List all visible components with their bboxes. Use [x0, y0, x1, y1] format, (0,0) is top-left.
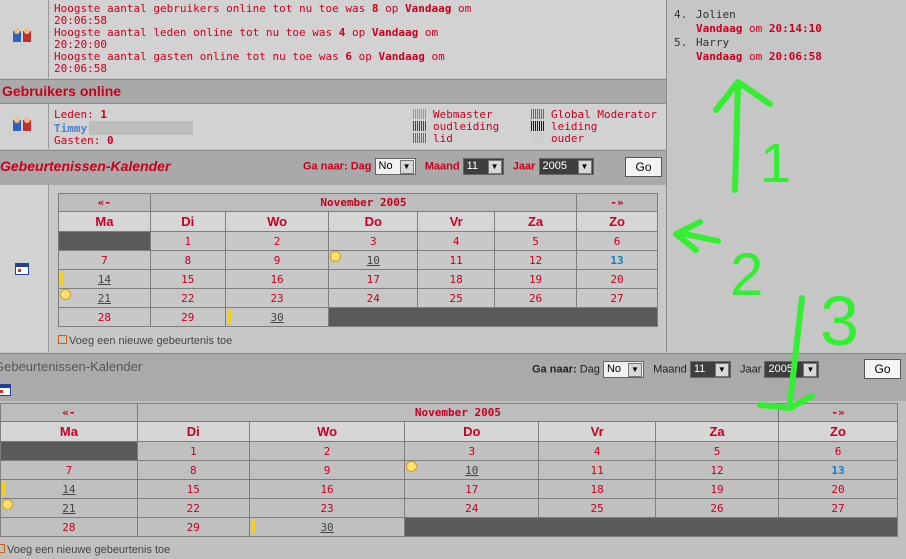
- annotation-1: 1: [760, 131, 791, 194]
- arrow-icon: [757, 393, 815, 411]
- arrow-icon: [732, 82, 741, 193]
- arrow-icon: [713, 79, 773, 113]
- arrow-icon: [787, 295, 805, 405]
- annotation-2: 2: [730, 241, 763, 308]
- annotation-3: 3: [820, 282, 859, 360]
- annotation-overlay: 1 2 3: [673, 79, 859, 411]
